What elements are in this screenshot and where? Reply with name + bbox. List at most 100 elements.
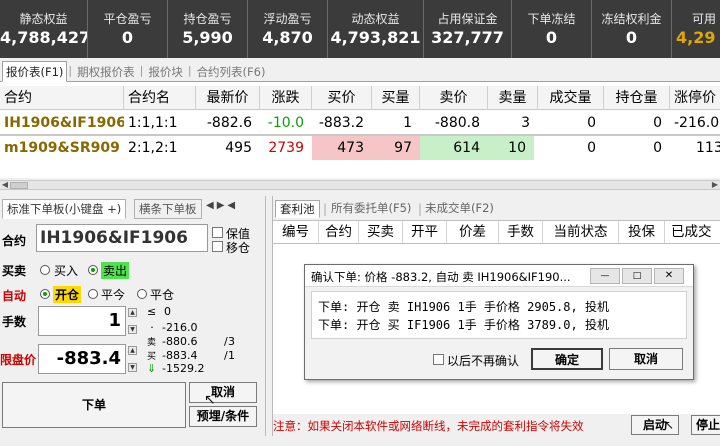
- close-today-label[interactable]: 平今: [101, 286, 125, 303]
- col-header-open-close[interactable]: 开平: [403, 221, 447, 243]
- tab-quote-table[interactable]: 报价表(F1): [2, 61, 68, 82]
- summary-order-frozen: 下单冻结 0: [512, 0, 592, 58]
- cell-open-interest: 0: [653, 140, 662, 156]
- col-header-id[interactable]: 编号: [273, 221, 319, 243]
- price-up-icon[interactable]: ▲: [128, 346, 137, 355]
- confirm-cancel-button[interactable]: 取消: [609, 348, 683, 370]
- close-today-radio[interactable]: [88, 289, 98, 299]
- summary-label: 可用: [692, 12, 717, 26]
- quote-header-row: 合约 合约名 最新价 涨跌 买价 买量 卖价 卖量 成交量 持仓量 涨停价: [0, 86, 720, 110]
- open-label[interactable]: 开仓: [53, 286, 82, 303]
- qty-down-icon[interactable]: ▼: [128, 325, 137, 334]
- arbitrage-header-row: 编号 合约 买卖 开平 价差 手数 当前状态 投保 已成交: [273, 220, 720, 244]
- col-header-status[interactable]: 当前状态: [543, 221, 619, 243]
- dialog-message: 下单: 开仓 卖 IH1906 1手 手价格 2905.8, 投机 下单: 开仓…: [311, 291, 687, 339]
- move-position-checkbox[interactable]: [212, 241, 223, 252]
- cell-ask: 614: [420, 136, 488, 160]
- bid-tag: 买: [147, 352, 157, 362]
- submit-order-button[interactable]: 下单: [2, 382, 186, 428]
- col-header-contract[interactable]: 合约: [319, 221, 359, 243]
- summary-dynamic-equity: 动态权益 4,793,821: [328, 0, 424, 58]
- quote-table: 合约 合约名 最新价 涨跌 买价 买量 卖价 卖量 成交量 持仓量 涨停价 IH…: [0, 82, 720, 178]
- tab-option-quote[interactable]: 期权报价表: [73, 61, 139, 82]
- buy-radio[interactable]: [40, 265, 50, 275]
- qty-max-symbol: ≤: [147, 305, 157, 318]
- col-header-qty[interactable]: 手数: [499, 221, 543, 243]
- quote-horizontal-scrollbar[interactable]: ◀ ▶: [0, 180, 720, 190]
- ask-qty: 3: [228, 335, 235, 348]
- summary-value: 0: [625, 28, 638, 47]
- col-header-last[interactable]: 最新价: [196, 86, 260, 110]
- summary-value: 4,29: [676, 28, 716, 47]
- quote-row[interactable]: m1909&SR909 2:1,2:1 495 2739 473 97 614 …: [0, 136, 720, 160]
- limit-up-dot-icon: ·: [150, 321, 154, 334]
- col-header-name[interactable]: 合约名: [124, 86, 196, 110]
- tab-scroll-arrows-icon[interactable]: ◀▶◀: [206, 200, 238, 211]
- tab-arbitrage-pool[interactable]: 套利池: [275, 200, 320, 218]
- ask-price: -880.6: [162, 335, 198, 348]
- summary-margin-used: 占用保证金 327,777: [424, 0, 512, 58]
- contract-input[interactable]: IH1906&IF1906: [36, 224, 208, 252]
- dialog-title-bar: 确认下单: 价格 -883.2, 自动 卖 IH1906&IF190... — …: [305, 265, 693, 287]
- summary-label: 平仓盈亏: [103, 12, 152, 26]
- tab-unfilled-orders[interactable]: 未成交单(F2): [421, 200, 498, 218]
- col-header-change[interactable]: 涨跌: [260, 86, 312, 110]
- col-header-hedge[interactable]: 投保: [619, 221, 665, 243]
- col-header-limit-up[interactable]: 涨停价: [670, 86, 720, 110]
- close-radio[interactable]: [137, 289, 147, 299]
- col-header-open-interest[interactable]: 持仓量: [604, 86, 670, 110]
- summary-value: 5,990: [182, 28, 233, 47]
- quote-row[interactable]: IH1906&IF1906 1:1,1:1 -882.6 -10.0 -883.…: [0, 111, 720, 135]
- scroll-left-icon[interactable]: ◀: [0, 180, 10, 190]
- dialog-title: 确认下单: 价格 -883.2, 自动 卖 IH1906&IF190...: [311, 270, 571, 284]
- col-header-bid[interactable]: 买价: [312, 86, 372, 110]
- open-radio[interactable]: [40, 289, 50, 299]
- price-input[interactable]: -883.4: [38, 344, 126, 374]
- minimize-icon[interactable]: —: [590, 268, 620, 284]
- cancel-order-button[interactable]: 取消: [189, 382, 257, 403]
- col-header-ask[interactable]: 卖价: [420, 86, 488, 110]
- tab-standard-order-board[interactable]: 标准下单板(小键盘 +): [2, 199, 127, 219]
- sell-label[interactable]: 卖出: [101, 262, 130, 279]
- auto-label: 自动: [2, 289, 27, 303]
- col-header-volume[interactable]: 成交量: [538, 86, 604, 110]
- cell-last: 495: [225, 140, 252, 156]
- order-entry-panel: 标准下单板(小键盘 +) 横条下单板 ◀▶◀ 合约 IH1906&IF1906 …: [0, 196, 266, 436]
- col-header-bid-vol[interactable]: 买量: [372, 86, 420, 110]
- preset-condition-button[interactable]: 预埋/条件: [189, 406, 257, 427]
- summary-value: 327,777: [431, 28, 504, 47]
- qty-max-value: 0: [164, 305, 171, 318]
- col-header-direction[interactable]: 买卖: [359, 221, 403, 243]
- maximize-icon[interactable]: □: [622, 268, 652, 284]
- stop-button[interactable]: 停止: [691, 415, 720, 435]
- col-header-spread[interactable]: 价差: [447, 221, 499, 243]
- scroll-right-icon[interactable]: ▶: [710, 180, 720, 190]
- cell-ask: -880.8: [434, 115, 480, 131]
- scroll-thumb[interactable]: [10, 182, 28, 189]
- hedge-checkbox[interactable]: [212, 227, 223, 238]
- qty-up-icon[interactable]: ▲: [128, 308, 137, 317]
- mouse-cursor-icon: ↖: [204, 392, 216, 408]
- price-down-icon[interactable]: ▼: [128, 363, 137, 372]
- ask-tag: 卖: [147, 338, 157, 348]
- col-header-contract[interactable]: 合约: [0, 86, 124, 110]
- summary-value: 0: [121, 28, 134, 47]
- col-header-ask-vol[interactable]: 卖量: [488, 86, 538, 110]
- cell-limit-up: -216.0: [674, 115, 720, 131]
- sell-radio[interactable]: [88, 265, 98, 275]
- confirm-ok-button[interactable]: 确定: [531, 348, 603, 370]
- qty-input[interactable]: 1: [38, 306, 126, 336]
- close-icon[interactable]: ✕: [654, 268, 684, 284]
- limit-down-arrow-icon: ⇓: [147, 362, 157, 375]
- no-confirm-checkbox[interactable]: [433, 354, 444, 365]
- buy-label[interactable]: 买入: [54, 262, 78, 279]
- close-label[interactable]: 平仓: [150, 286, 174, 303]
- col-header-filled[interactable]: 已成交: [665, 221, 720, 243]
- tab-quote-block[interactable]: 报价块: [144, 61, 187, 82]
- bid-qty: 1: [228, 349, 235, 362]
- tab-horizontal-order-board[interactable]: 横条下单板: [134, 199, 202, 219]
- no-confirm-label: 以后不再确认: [447, 354, 520, 368]
- tab-all-orders[interactable]: 所有委托单(F5): [327, 200, 415, 218]
- contract-label: 合约: [2, 234, 27, 248]
- tab-contract-list[interactable]: 合约列表(F6): [193, 61, 270, 82]
